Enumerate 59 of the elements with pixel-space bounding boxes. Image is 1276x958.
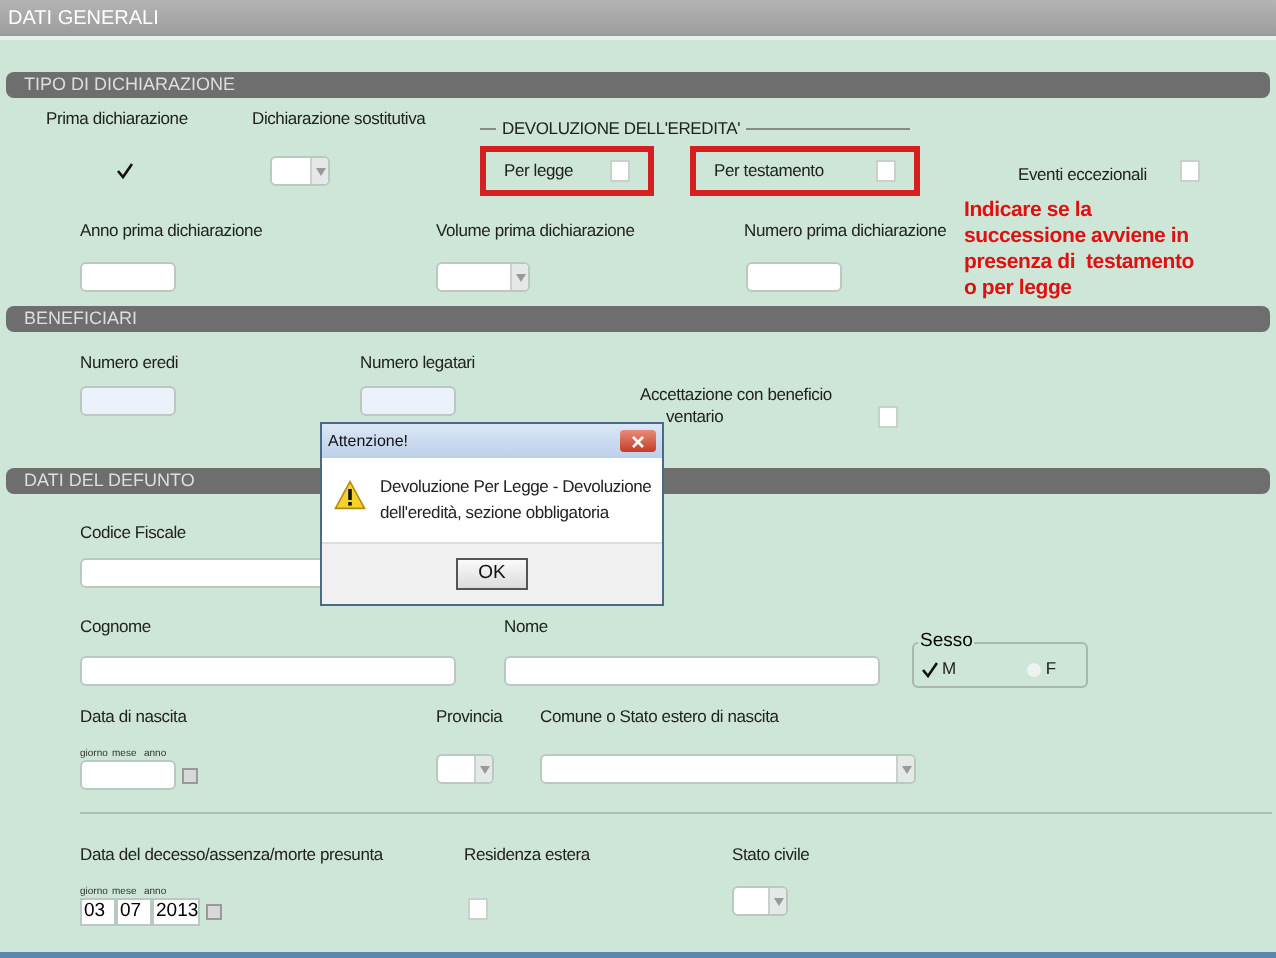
close-button[interactable] (620, 430, 656, 452)
field-label: Eventi eccezionali (1018, 163, 1147, 183)
radio-button[interactable] (1025, 661, 1042, 677)
field-label: Accettazione con beneficio (640, 384, 834, 406)
dropdown-arrow-icon (515, 273, 525, 281)
input-field[interactable] (80, 656, 456, 686)
section-bar: BENEFICIARI (6, 306, 1270, 332)
field-label: Prima dichiarazione (46, 108, 188, 128)
field-label: Numero prima dichiarazione (744, 220, 949, 244)
field-label: Per legge (504, 160, 574, 182)
annotation-text: Indicare se la successione avviene in presenza di testamento o per legge (964, 198, 1195, 302)
date-input[interactable]: 03 (80, 898, 116, 926)
field-label: Dichiarazione sostitutiva (252, 108, 426, 128)
field-label: ventario (666, 406, 726, 428)
input-field[interactable] (80, 386, 176, 416)
field-label: Per testamento (714, 160, 824, 182)
dropdown[interactable] (540, 754, 916, 784)
dropdown-arrow-icon (773, 897, 783, 905)
checkbox[interactable] (114, 159, 134, 181)
dropdown-arrow-icon (479, 765, 489, 773)
radio-label: F (1045, 658, 1056, 680)
group-title: DEVOLUZIONE DELL'EREDITA' (500, 118, 743, 140)
date-input[interactable]: 07 (116, 898, 152, 926)
field-label: Nome (504, 616, 550, 638)
section-bar: TIPO DI DICHIARAZIONE (6, 72, 1270, 98)
group-title: Sesso (918, 630, 975, 652)
field-label: Provincia (436, 706, 505, 728)
field-label: Stato civile (732, 844, 810, 866)
field-label: Data del decesso/assenza/morte presunta (80, 844, 386, 866)
close-icon (632, 435, 644, 447)
radio-label: M (942, 658, 956, 680)
field-label: Codice Fiscale (80, 522, 188, 544)
dropdown[interactable] (270, 156, 330, 186)
dialog-title: Attenzione! (328, 431, 409, 451)
dropdown[interactable] (436, 754, 494, 784)
input-field[interactable] (504, 656, 880, 686)
field-label: Comune o Stato estero di nascita (540, 706, 781, 728)
header-bar: DATI GENERALI (0, 0, 1276, 40)
field-label: Cognome (80, 616, 153, 638)
dropdown[interactable] (436, 262, 530, 292)
calendar-icon[interactable] (206, 904, 222, 920)
field-label: Numero legatari (360, 352, 477, 374)
input-field[interactable] (80, 760, 176, 790)
field-label: Numero eredi (80, 352, 181, 374)
field-label: Volume prima dichiarazione (436, 220, 637, 244)
dropdown-arrow-icon (901, 765, 911, 773)
field-label: Data di nascita (80, 706, 189, 728)
field-label: Residenza estera (464, 844, 593, 866)
field-label: Anno prima dichiarazione (80, 220, 265, 244)
ok-button[interactable]: OK (456, 558, 528, 590)
calendar-icon[interactable] (182, 767, 198, 783)
dropdown-arrow-icon (315, 167, 325, 175)
date-input[interactable]: 2013 (152, 898, 200, 926)
warning-icon (334, 480, 366, 510)
dropdown[interactable] (732, 886, 788, 916)
input-field[interactable] (80, 262, 176, 292)
input-field[interactable] (746, 262, 842, 292)
input-field[interactable] (360, 386, 456, 416)
radio-checked-icon[interactable] (922, 661, 938, 677)
